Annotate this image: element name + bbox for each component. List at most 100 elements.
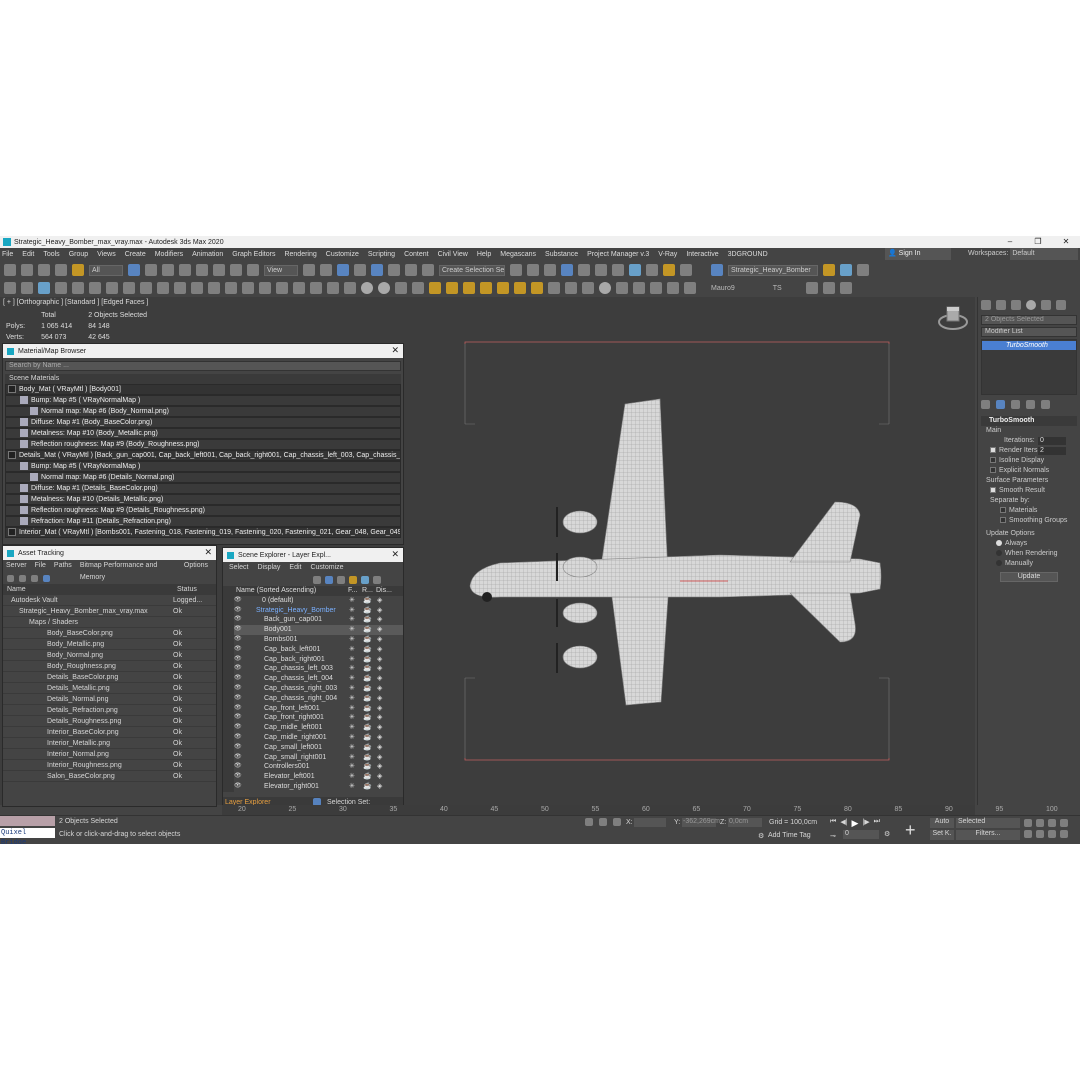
percent-snap-icon[interactable] [388,264,400,276]
window-crossing-icon[interactable] [179,264,191,276]
orbit-icon[interactable] [1048,830,1056,838]
freeze-icon[interactable]: ✳ [349,596,363,606]
asset-row[interactable]: Details_BaseColor.png Ok [3,672,216,683]
y-field[interactable]: -362,269cm [682,818,720,827]
configure-sets-icon[interactable] [1041,400,1050,409]
visibility-eye-icon[interactable]: 👁 [234,713,244,723]
iterations-spinner[interactable]: 0 [1038,437,1066,445]
close-icon[interactable]: ✕ [204,547,212,558]
menu-item[interactable]: Modifiers [155,251,183,258]
vray-tool-icon-9[interactable] [140,282,152,294]
vray-tool-icon-25[interactable] [633,282,645,294]
zoom-all-icon[interactable] [1036,819,1044,827]
scene-object-row[interactable]: 👁 Strategic_Heavy_Bomber ✳ ☕ ◈ [234,606,403,616]
vray-tool-icon-12[interactable] [191,282,203,294]
vray-tool-icon-3[interactable] [38,282,50,294]
render-teapot-icon[interactable]: ☕ [363,674,377,684]
display-tab-icon[interactable] [1041,300,1051,310]
scene-materials-header[interactable]: Scene Materials [5,374,401,384]
display-box-icon[interactable]: ◈ [377,645,382,655]
utilities-tab-icon[interactable] [1056,300,1066,310]
render-teapot-icon[interactable]: ☕ [363,684,377,694]
vray-tool-icon-23[interactable] [412,282,424,294]
asset-row[interactable]: Interior_Roughness.png Ok [3,760,216,771]
visibility-eye-icon[interactable]: 👁 [234,762,244,772]
render-teapot-icon[interactable]: ☕ [363,743,377,753]
turbosmooth-rollout[interactable]: TurboSmooth [981,416,1077,426]
render-teapot-icon[interactable]: ☕ [363,615,377,625]
menu-item[interactable]: File [2,251,13,258]
go-to-end-icon[interactable]: ⏭ [874,818,880,829]
asset-row[interactable]: Interior_Normal.png Ok [3,749,216,760]
display-box-icon[interactable]: ◈ [377,723,382,733]
create-tab-icon[interactable] [981,300,991,310]
zoom-extents-all-icon[interactable] [1060,819,1068,827]
light-icon-2[interactable] [446,282,458,294]
asset-col-status[interactable]: Status [177,584,211,594]
freeze-icon[interactable]: ✳ [349,733,363,743]
vray-tool-icon-4[interactable] [55,282,67,294]
freeze-icon[interactable]: ✳ [349,782,363,792]
visibility-eye-icon[interactable]: 👁 [234,772,244,782]
add-layer-icon[interactable] [349,576,357,584]
schematic-view-icon[interactable] [612,264,624,276]
asset-menu-item[interactable]: File [35,560,46,572]
render-teapot-icon[interactable]: ☕ [363,655,377,665]
render-teapot-icon[interactable]: ☕ [363,753,377,763]
scene-object-row[interactable]: 👁 Elevator_right001 ✳ ☕ ◈ [234,782,403,792]
selection-filter-dropdown[interactable]: All [89,264,123,276]
menu-item[interactable]: Create [125,251,146,258]
layers-icon[interactable] [840,264,852,276]
move-icon[interactable] [196,264,208,276]
scene-object-row[interactable]: 👁 Cap_small_right001 ✳ ☕ ◈ [234,753,403,763]
set-key-button[interactable]: Set K. [930,830,954,840]
scene-explorer-menu-item[interactable]: Display [257,562,280,574]
close-icon[interactable]: ✕ [391,549,399,560]
vray-tool-icon-15[interactable] [242,282,254,294]
freeze-icon[interactable]: ✳ [349,762,363,772]
visibility-eye-icon[interactable]: 👁 [234,753,244,763]
vray-tool-icon-8[interactable] [123,282,135,294]
align-icon[interactable] [527,264,539,276]
manually-radio[interactable] [996,560,1002,567]
scene-explorer-menu-item[interactable]: Edit [289,562,301,574]
light-icon-4[interactable] [497,282,509,294]
add-time-tag-button[interactable]: Add Time Tag [768,832,811,839]
menu-item[interactable]: Views [97,251,116,258]
ball-icon[interactable] [599,282,611,294]
key-mode-icon[interactable]: ⊸ [830,832,836,840]
plane-icon[interactable] [582,282,594,294]
scene-object-row[interactable]: 👁 Cap_chassis_left_004 ✳ ☕ ◈ [234,674,403,684]
visibility-eye-icon[interactable]: 👁 [234,606,244,616]
menu-item[interactable]: Project Manager v.3 [587,251,649,258]
display-box-icon[interactable]: ◈ [377,635,382,645]
asset-tool-icon-1[interactable] [7,574,14,582]
scene-object-row[interactable]: 👁 Cap_midle_right001 ✳ ☕ ◈ [234,733,403,743]
render-teapot-icon[interactable]: ☕ [363,772,377,782]
asset-row[interactable]: Body_Roughness.png Ok [3,661,216,672]
render-setup-icon[interactable] [646,264,658,276]
scene-object-row[interactable]: 👁 Cap_back_left001 ✳ ☕ ◈ [234,645,403,655]
ribbon-icon[interactable] [578,264,590,276]
vray-tool-icon-2[interactable] [21,282,33,294]
visibility-eye-icon[interactable]: 👁 [234,664,244,674]
render-icon[interactable] [680,264,692,276]
render-teapot-icon[interactable]: ☕ [363,664,377,674]
explicit-normals-checkbox[interactable] [990,467,996,474]
visibility-eye-icon[interactable]: 👁 [234,694,244,704]
menu-icon[interactable] [839,282,852,294]
render-teapot-icon[interactable]: ☕ [363,694,377,704]
freeze-icon[interactable]: ✳ [349,743,363,753]
asset-row[interactable]: Maps / Shaders [3,617,216,628]
visibility-eye-icon[interactable]: 👁 [234,684,244,694]
scene-object-row[interactable]: 👁 Cap_small_left001 ✳ ☕ ◈ [234,743,403,753]
asset-menu-item[interactable]: Server [6,560,27,572]
map-row[interactable]: Bump: Map #5 ( VRayNormalMap ) [5,461,401,472]
col-render[interactable]: R... [362,586,376,596]
smooth-result-checkbox[interactable] [990,487,996,494]
light-icon-3[interactable] [463,282,475,294]
freeze-icon[interactable]: ✳ [349,713,363,723]
freeze-icon[interactable]: ✳ [349,723,363,733]
map-row[interactable]: Reflection roughness: Map #9 (Body_Rough… [5,439,401,450]
help-icon[interactable] [684,282,696,294]
